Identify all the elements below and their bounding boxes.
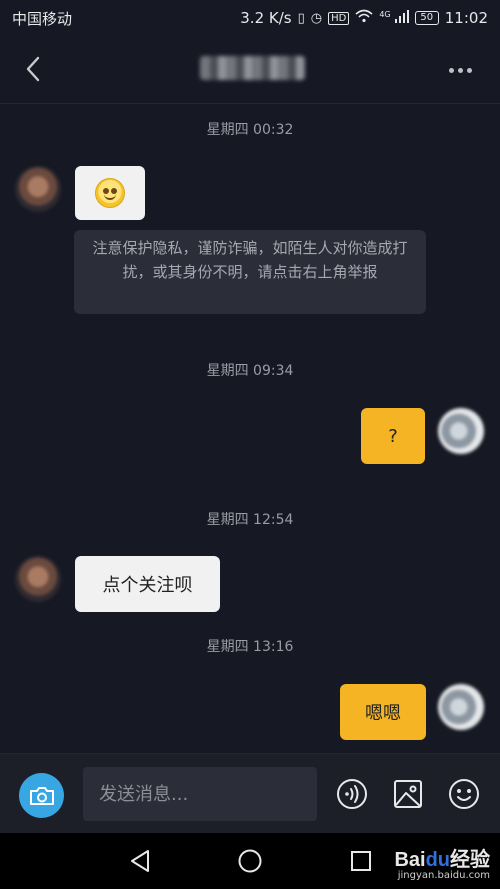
square-recents-icon <box>351 851 371 871</box>
emoji-icon <box>449 779 479 809</box>
message-input[interactable] <box>83 767 317 821</box>
alarm-icon: ◷ <box>310 10 323 26</box>
timestamp: 星期四 12:54 <box>206 512 294 528</box>
watermark-logo: Baidu经验 <box>394 843 490 872</box>
timestamp: 星期四 00:32 <box>206 122 294 138</box>
timestamp: 星期四 13:16 <box>206 639 294 655</box>
more-dot <box>457 67 463 73</box>
message-bubble-sent[interactable]: 嗯嗯 <box>340 684 426 740</box>
contact-avatar[interactable] <box>15 166 61 212</box>
circle-home-icon <box>238 849 262 873</box>
emoji-button[interactable] <box>446 776 482 812</box>
nav-recents-button[interactable] <box>346 847 376 875</box>
wifi-icon <box>355 9 373 27</box>
timestamp: 星期四 09:34 <box>206 363 294 379</box>
status-indicators: 3.2 K/s ▯ ◷ HD 4G 50 11:02 <box>240 9 488 27</box>
chat-area[interactable]: 星期四 00:32 注意保护隐私，谨防诈骗，如陌生人对你造成打扰，或其身份不明，… <box>0 105 500 753</box>
privacy-notice: 注意保护隐私，谨防诈骗，如陌生人对你造成打扰，或其身份不明，请点击右上角举报 <box>74 230 426 314</box>
network-type: 4G <box>379 9 391 19</box>
user-avatar[interactable] <box>438 684 484 730</box>
back-button[interactable] <box>18 54 48 84</box>
camera-icon <box>29 786 54 805</box>
contact-avatar[interactable] <box>15 556 61 602</box>
input-bar <box>0 753 500 833</box>
battery-level: 50 <box>420 12 434 23</box>
vibrate-icon: ▯ <box>297 10 305 26</box>
watermark-url: jingyan.baidu.com <box>397 870 490 881</box>
baidu-watermark: Baidu经验 jingyan.baidu.com <box>394 843 490 881</box>
watermark-du: du <box>425 849 450 871</box>
watermark-jingyan: 经验 <box>450 849 490 871</box>
signal-icon: 4G <box>379 9 409 27</box>
nav-home-button[interactable] <box>235 847 265 875</box>
image-button[interactable] <box>390 776 426 812</box>
chevron-left-icon <box>26 56 40 82</box>
hd-icon: HD <box>328 11 350 25</box>
message-bubble-emoji[interactable] <box>75 166 145 220</box>
more-button[interactable] <box>440 58 480 82</box>
more-dots-icon <box>448 67 454 73</box>
emoji-mouth <box>104 194 116 200</box>
image-icon <box>394 780 422 808</box>
nav-back-button[interactable] <box>125 847 155 875</box>
system-nav-bar: Baidu经验 jingyan.baidu.com <box>0 833 500 889</box>
message-bubble-sent[interactable]: ? <box>361 408 425 464</box>
voice-icon <box>337 779 367 809</box>
network-speed: 3.2 K/s <box>240 9 292 27</box>
more-dot <box>466 67 472 73</box>
triangle-back-icon <box>131 850 149 872</box>
clock: 11:02 <box>444 9 488 27</box>
camera-button[interactable] <box>19 773 64 818</box>
carrier-label: 中国移动 <box>12 9 73 28</box>
status-bar: 中国移动 3.2 K/s ▯ ◷ HD 4G 50 11:02 <box>0 0 500 36</box>
chat-header <box>0 36 500 104</box>
watermark-bai: Bai <box>394 849 426 871</box>
smiley-face-icon <box>95 178 125 208</box>
user-avatar[interactable] <box>438 408 484 454</box>
battery-icon: 50 <box>414 11 439 25</box>
contact-name-blurred <box>200 56 305 80</box>
voice-button[interactable] <box>334 776 370 812</box>
message-bubble-received[interactable]: 点个关注呗 <box>75 556 220 612</box>
